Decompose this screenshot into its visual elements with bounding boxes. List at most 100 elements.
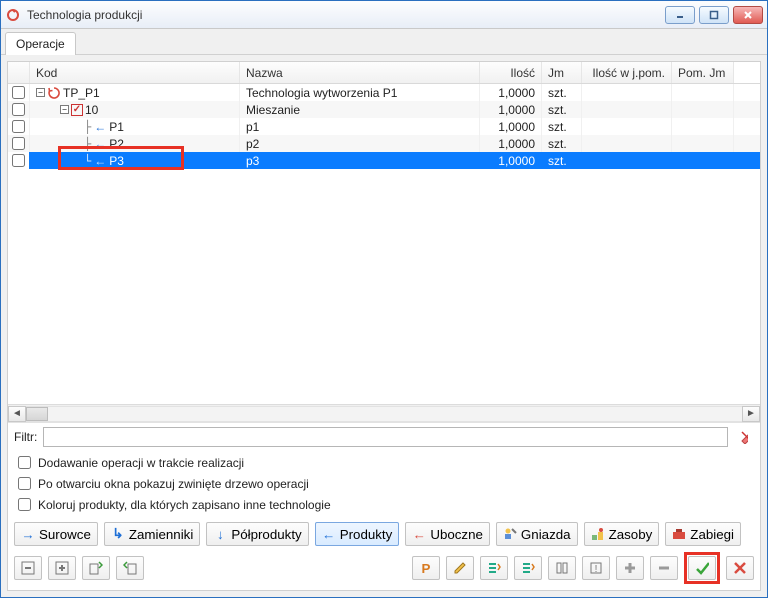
scroll-left-button[interactable]: ◄ [8,406,26,422]
properties-button[interactable] [548,556,576,580]
resources-icon [591,527,605,541]
row-jm: szt. [542,101,582,118]
row-kod: P1 [109,120,124,134]
refresh-icon [47,86,61,100]
scroll-track[interactable] [26,406,742,422]
arrow-down-icon: ↓ [213,527,227,541]
export-button[interactable] [116,556,144,580]
col-header-kod[interactable]: Kod [30,62,240,83]
produkty-button[interactable]: ←Produkty [315,522,400,546]
col-header-check[interactable] [8,62,30,83]
option-collapsed-tree-on-open[interactable]: Po otwarciu okna pokazuj zwinięte drzewo… [14,474,754,493]
checked-step-icon: ✓ [71,104,83,116]
pencil-icon [453,561,467,575]
option-add-during-realization[interactable]: Dodawanie operacji w trakcie realizacji [14,453,754,472]
row-checkbox[interactable] [12,103,25,116]
edit-button[interactable] [446,556,474,580]
x-icon [733,561,747,575]
scroll-thumb[interactable] [26,407,48,421]
close-button[interactable] [733,6,763,24]
expand-toggle[interactable]: − [36,88,45,97]
toolbar-bottom: P ! [14,552,754,584]
minimize-button[interactable] [665,6,695,24]
app-icon [5,7,21,23]
add-button[interactable] [616,556,644,580]
surowce-button[interactable]: →Surowce [14,522,98,546]
export-icon [123,561,137,575]
checkbox[interactable] [18,477,31,490]
col-header-nazwa[interactable]: Nazwa [240,62,480,83]
import-button[interactable] [82,556,110,580]
uboczne-button[interactable]: ←Uboczne [405,522,490,546]
table-row[interactable]: └ ← P3 p3 1,0000 szt. [8,152,760,169]
table-row[interactable]: ├ ← P1 p1 1,0000 szt. [8,118,760,135]
tree-collapse-all-button[interactable] [14,556,42,580]
remove-button[interactable] [650,556,678,580]
toolbars: →Surowce ↳Zamienniki ↓Półprodukty ←Produ… [8,520,760,590]
col-header-jm[interactable]: Jm [542,62,582,83]
cancel-button[interactable] [726,556,754,580]
table-row[interactable]: − TP_P1 Technologia wytworzenia P1 1,000… [8,84,760,101]
toolbar-top: →Surowce ↳Zamienniki ↓Półprodukty ←Produ… [14,522,754,546]
zabiegi-button[interactable]: Zabiegi [665,522,741,546]
row-nazwa: p2 [240,135,480,152]
gniazda-button[interactable]: Gniazda [496,522,578,546]
row-jm: szt. [542,118,582,135]
row-checkbox[interactable] [12,120,25,133]
filter-input[interactable] [43,427,728,447]
zamienniki-button[interactable]: ↳Zamienniki [104,522,200,546]
move-down-button[interactable] [514,556,542,580]
move-up-button[interactable] [480,556,508,580]
row-checkbox[interactable] [12,137,25,150]
row-ilosc: 1,0000 [480,84,542,101]
svg-text:!: ! [595,564,598,575]
tree-expand-all-button[interactable] [48,556,76,580]
row-kod: 10 [85,103,98,117]
checkbox[interactable] [18,498,31,511]
list-down-icon [521,561,535,575]
row-jm: szt. [542,152,582,169]
person-wrench-icon [503,527,517,541]
expand-toggle[interactable]: − [60,105,69,114]
print-button[interactable]: P [412,556,440,580]
info-button[interactable]: ! [582,556,610,580]
row-checkbox[interactable] [12,154,25,167]
maximize-button[interactable] [699,6,729,24]
scroll-right-button[interactable]: ► [742,406,760,422]
polprodukty-button[interactable]: ↓Półprodukty [206,522,308,546]
row-ilosc: 1,0000 [480,118,542,135]
checkbox[interactable] [18,456,31,469]
col-header-iwp[interactable]: Ilość w j.pom. [582,62,672,83]
row-ilosc: 1,0000 [480,135,542,152]
minus-icon [657,561,671,575]
window-buttons [665,6,763,24]
options-panel: Dodawanie operacji w trakcie realizacji … [8,451,760,520]
tree-branch-end-icon: └ [84,154,91,168]
table-row[interactable]: − ✓ 10 Mieszanie 1,0000 szt. [8,101,760,118]
filter-label: Filtr: [14,430,37,444]
expand-icon [55,561,69,575]
row-checkbox[interactable] [12,86,25,99]
check-icon [695,561,709,575]
zasoby-button[interactable]: Zasoby [584,522,660,546]
tree-grid: Kod Nazwa Ilość Jm Ilość w j.pom. Pom. J… [8,62,760,422]
arrow-left-red-icon: ← [412,527,426,541]
arrow-left-icon: ← [93,137,107,151]
plus-icon [623,561,637,575]
horizontal-scrollbar[interactable]: ◄ ► [8,404,760,422]
clear-filter-button[interactable] [734,427,754,447]
col-header-ilosc[interactable]: Ilość [480,62,542,83]
row-nazwa: p1 [240,118,480,135]
col-header-pom[interactable]: Pom. Jm [672,62,734,83]
import-icon [89,561,103,575]
accept-button[interactable] [688,556,716,580]
table-row[interactable]: ├ ← P2 p2 1,0000 szt. [8,135,760,152]
list-up-icon [487,561,501,575]
row-pom [672,84,734,101]
filter-row: Filtr: [8,422,760,451]
app-window: Technologia produkcji Operacje Kod Nazwa… [0,0,768,598]
row-iwp [582,84,672,101]
tab-operacje[interactable]: Operacje [5,32,76,55]
option-color-products[interactable]: Koloruj produkty, dla których zapisano i… [14,495,754,514]
tabstrip: Operacje [1,29,767,55]
